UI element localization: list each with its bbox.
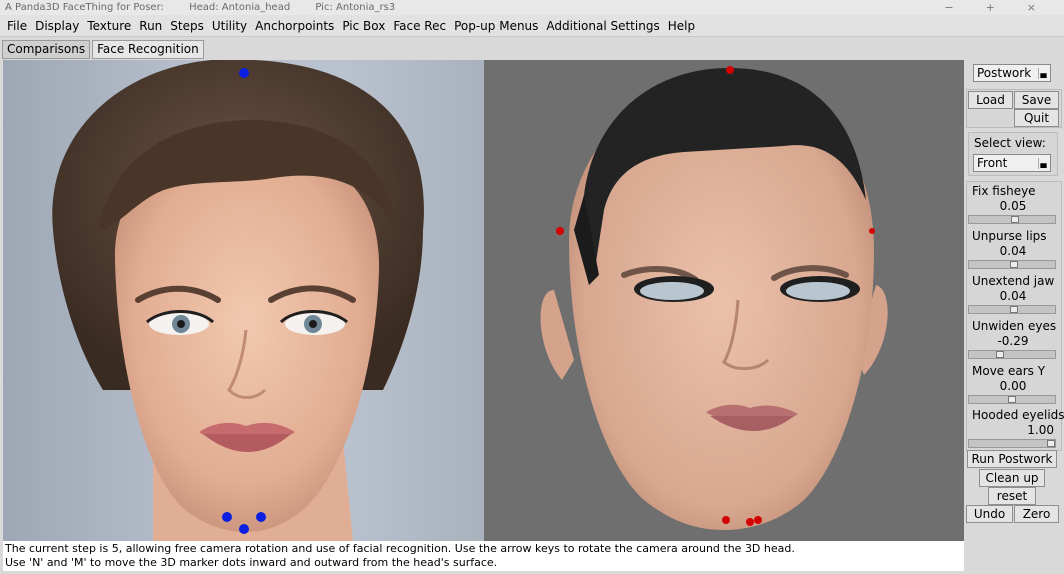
slider-label: Move ears Y <box>972 364 1046 378</box>
render-marker-top[interactable] <box>726 66 734 74</box>
slider-value: 0.04 <box>999 244 1027 258</box>
undo-button[interactable]: Undo <box>966 505 1013 523</box>
chevron-down-icon: ▄ <box>1038 68 1048 79</box>
render-marker-chin-mid[interactable] <box>746 518 754 526</box>
clean-up-button[interactable]: Clean up <box>979 469 1045 487</box>
menu-display[interactable]: Display <box>31 19 83 33</box>
slider-label: Fix fisheye <box>972 184 1036 198</box>
fix-fisheye-slider[interactable] <box>968 215 1056 224</box>
menu-additional-settings[interactable]: Additional Settings <box>542 19 663 33</box>
photo-marker-chin-left[interactable] <box>222 512 232 522</box>
unextend-jaw-slider[interactable] <box>968 305 1056 314</box>
quit-button[interactable]: Quit <box>1014 109 1059 127</box>
minimize-icon[interactable]: − <box>944 0 953 15</box>
menu-pic-box[interactable]: Pic Box <box>338 19 389 33</box>
tab-bar: Comparisons Face Recognition <box>2 40 206 59</box>
menu-file[interactable]: File <box>3 19 31 33</box>
unwiden-eyes-slider[interactable] <box>968 350 1056 359</box>
slider-value: 0.05 <box>999 199 1027 213</box>
save-button[interactable]: Save <box>1014 91 1059 109</box>
main-viewport[interactable] <box>3 60 964 541</box>
tab-comparisons[interactable]: Comparisons <box>2 40 91 59</box>
chevron-down-icon: ▄ <box>1038 158 1048 169</box>
run-postwork-button[interactable]: Run Postwork <box>967 450 1057 468</box>
app-title: A Panda3D FaceThing for Poser: <box>5 2 164 13</box>
move-ears-y-slider[interactable] <box>968 395 1056 404</box>
close-icon[interactable]: × <box>1027 0 1036 15</box>
pic-name: Pic: Antonia_rs3 <box>315 2 396 13</box>
photo-marker-chin-right[interactable] <box>256 512 266 522</box>
head-name: Head: Antonia_head <box>189 2 291 13</box>
slider-thumb[interactable] <box>1010 306 1018 313</box>
tab-face-recognition[interactable]: Face Recognition <box>92 40 204 59</box>
menu-utility[interactable]: Utility <box>208 19 251 33</box>
zero-button[interactable]: Zero <box>1014 505 1059 523</box>
select-view-label: Select view: <box>974 136 1046 150</box>
menu-run[interactable]: Run <box>135 19 166 33</box>
slider-value: 1.00 <box>1027 423 1054 437</box>
reference-photo-drawing <box>52 60 424 541</box>
slider-label: Unwiden eyes <box>972 319 1057 333</box>
status-message: The current step is 5, allowing free cam… <box>3 541 964 571</box>
slider-thumb[interactable] <box>1011 216 1019 223</box>
menu-texture[interactable]: Texture <box>83 19 135 33</box>
render-marker-chin-right[interactable] <box>754 516 762 524</box>
mode-dropdown-value: Postwork <box>977 66 1032 80</box>
slider-label: Unextend jaw <box>972 274 1055 288</box>
mode-dropdown[interactable]: Postwork ▄ <box>973 64 1051 82</box>
slider-value: 0.00 <box>999 379 1027 393</box>
menu-face-rec[interactable]: Face Rec <box>389 19 450 33</box>
hooded-eyelids-slider[interactable] <box>968 439 1056 448</box>
view-dropdown-value: Front <box>977 156 1008 170</box>
window-controls: − + × <box>944 0 1058 15</box>
slider-thumb[interactable] <box>996 351 1004 358</box>
menu-steps[interactable]: Steps <box>166 19 208 33</box>
slider-label: Hooded eyelids <box>972 408 1064 422</box>
maximize-icon[interactable]: + <box>986 0 995 15</box>
photo-marker-chin-bottom[interactable] <box>239 524 249 534</box>
photo-marker-top[interactable] <box>239 68 249 78</box>
slider-value: 0.04 <box>999 289 1027 303</box>
menu-bar: File Display Texture Run Steps Utility A… <box>0 15 1064 37</box>
3d-head-render[interactable] <box>484 60 964 541</box>
control-panel: Postwork ▄ Load Save Quit Select view: F… <box>964 60 1064 574</box>
reset-button[interactable]: reset <box>988 487 1036 505</box>
slider-thumb[interactable] <box>1047 440 1055 447</box>
status-line-2: Use 'N' and 'M' to move the 3D marker do… <box>5 556 498 569</box>
view-dropdown[interactable]: Front ▄ <box>973 154 1051 172</box>
load-button[interactable]: Load <box>968 91 1013 109</box>
render-marker-chin-left[interactable] <box>722 516 730 524</box>
menu-anchorpoints[interactable]: Anchorpoints <box>251 19 338 33</box>
slider-thumb[interactable] <box>1008 396 1016 403</box>
render-marker-left[interactable] <box>556 227 564 235</box>
reference-photo <box>3 60 484 541</box>
slider-value: -0.29 <box>997 334 1029 348</box>
slider-label: Unpurse lips <box>972 229 1047 243</box>
slider-thumb[interactable] <box>1010 261 1018 268</box>
window-titlebar: A Panda3D FaceThing for Poser: Head: Ant… <box>0 0 1064 15</box>
unpurse-lips-slider[interactable] <box>968 260 1056 269</box>
menu-help[interactable]: Help <box>664 19 699 33</box>
status-line-1: The current step is 5, allowing free cam… <box>5 542 795 555</box>
3d-head-drawing <box>540 66 888 530</box>
render-marker-right[interactable] <box>869 228 875 234</box>
menu-popup-menus[interactable]: Pop-up Menus <box>450 19 542 33</box>
